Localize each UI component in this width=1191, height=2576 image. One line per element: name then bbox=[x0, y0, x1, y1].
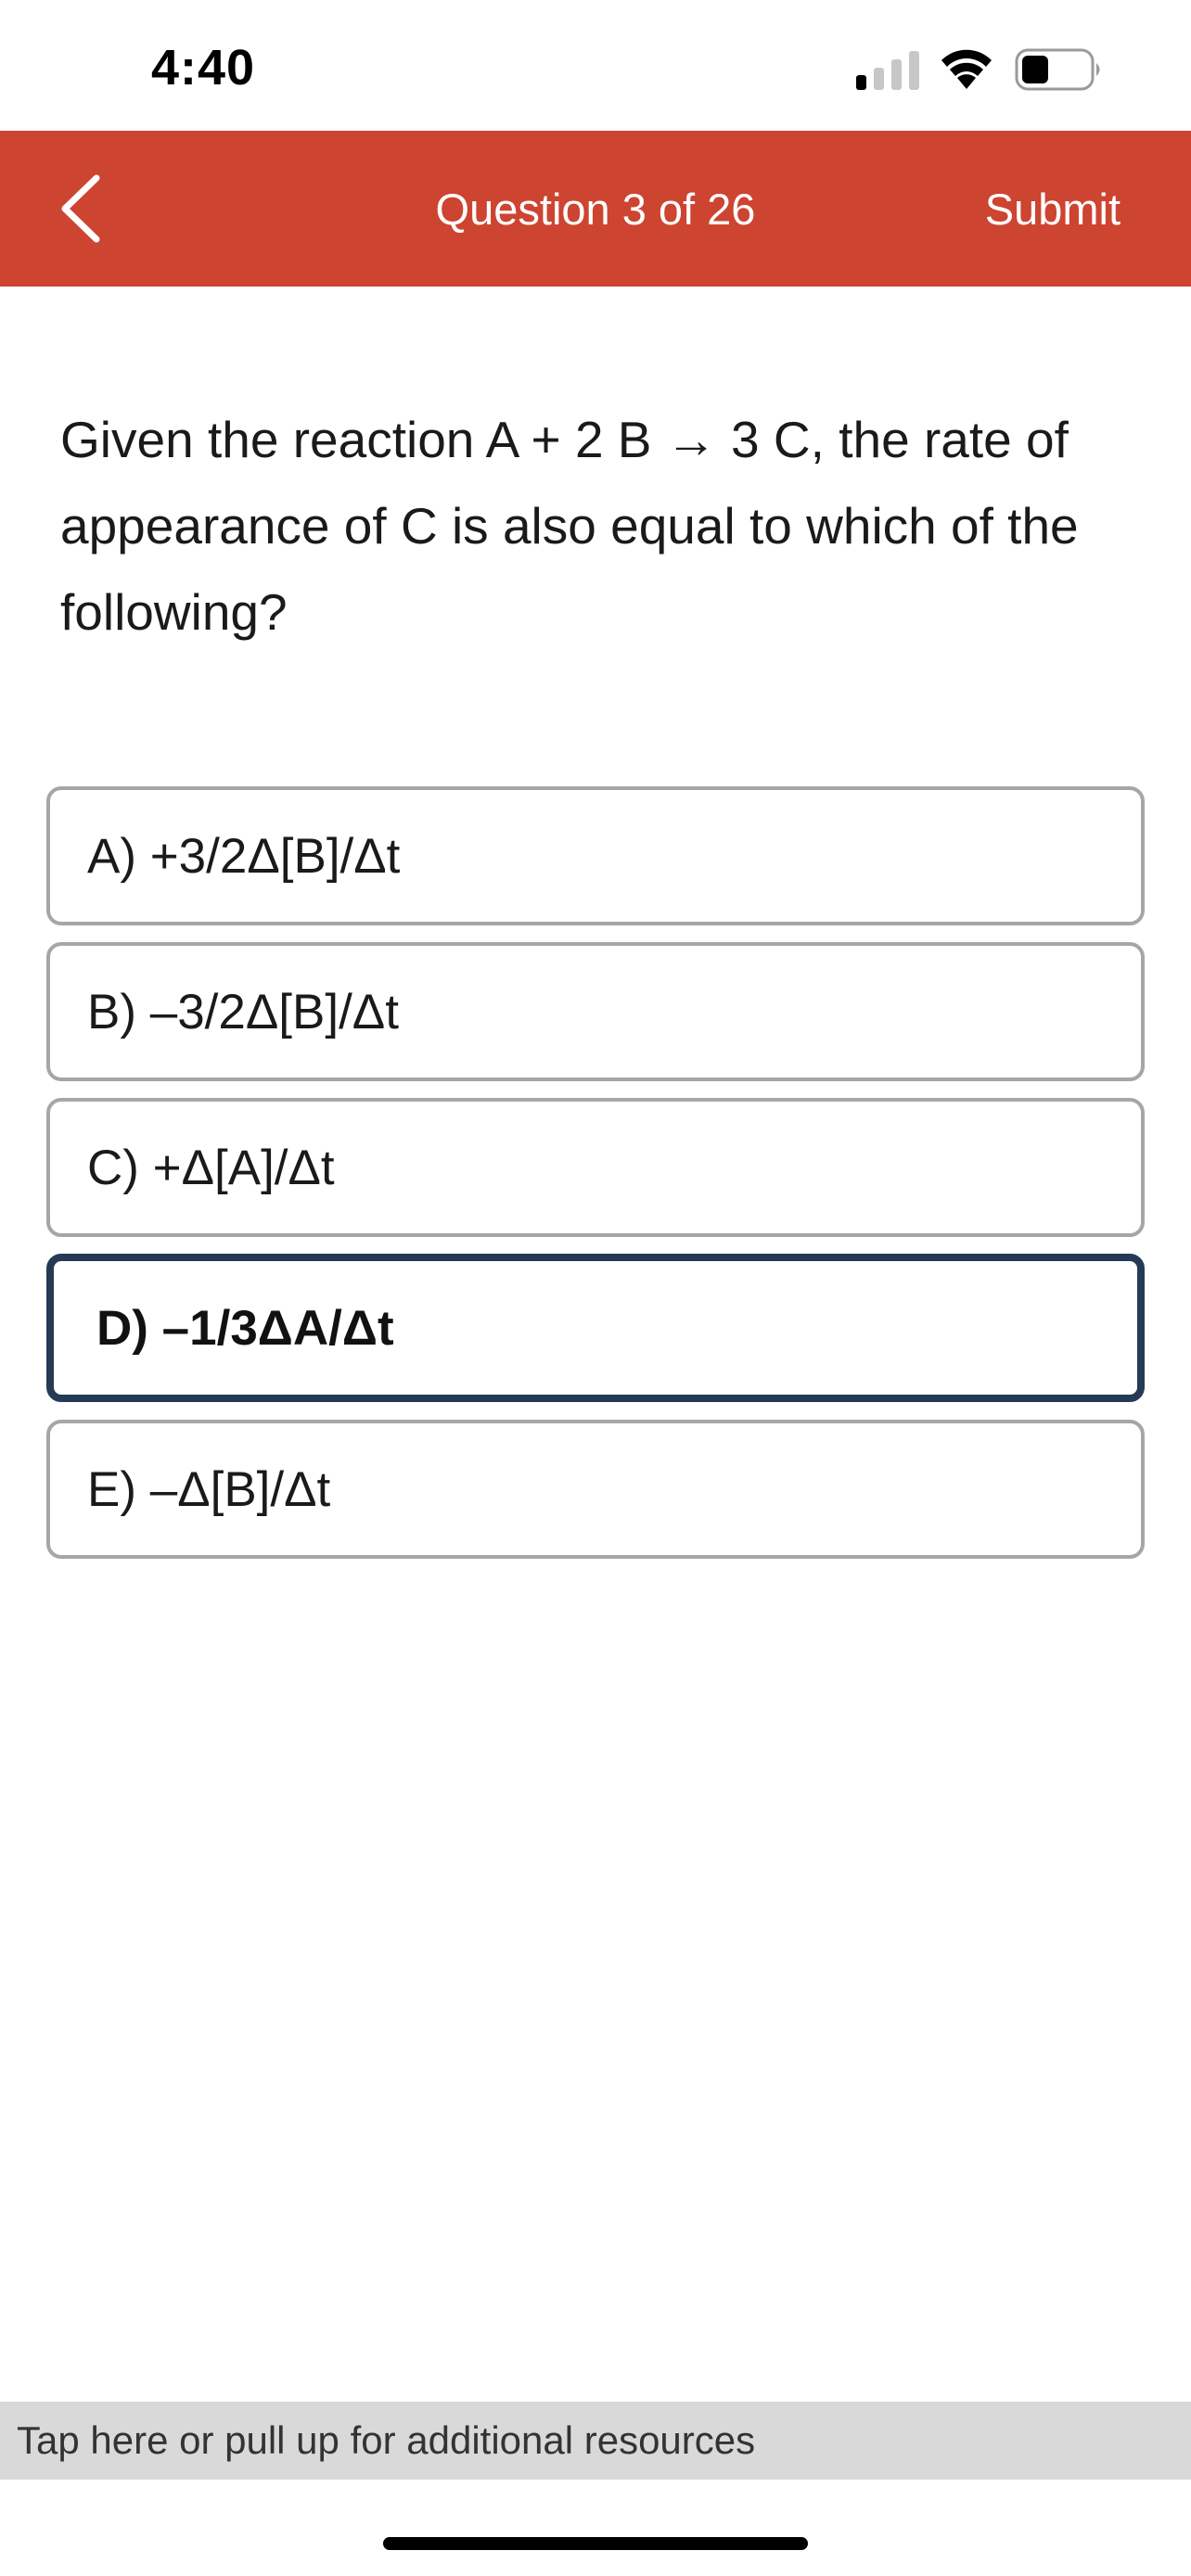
additional-resources-bar[interactable]: Tap here or pull up for additional resou… bbox=[0, 2402, 1191, 2480]
cellular-signal-icon bbox=[856, 51, 919, 90]
option-c[interactable]: C) +Δ[A]/Δt bbox=[46, 1098, 1145, 1237]
option-b[interactable]: B) –3/2Δ[B]/Δt bbox=[46, 942, 1145, 1081]
option-d[interactable]: D) –1/3ΔA/Δt bbox=[46, 1254, 1145, 1402]
chevron-left-icon bbox=[61, 174, 100, 243]
home-indicator[interactable] bbox=[383, 2537, 808, 2550]
screen: 4:40 Question 3 of 26 Submit Given the r… bbox=[0, 0, 1191, 2576]
status-time: 4:40 bbox=[151, 40, 256, 96]
option-e[interactable]: E) –Δ[B]/Δt bbox=[46, 1420, 1145, 1559]
battery-icon bbox=[1015, 48, 1100, 91]
wifi-icon bbox=[941, 49, 992, 89]
status-bar: 4:40 bbox=[0, 0, 1191, 131]
option-a[interactable]: A) +3/2Δ[B]/Δt bbox=[46, 786, 1145, 925]
submit-button[interactable]: Submit bbox=[985, 131, 1121, 287]
option-label: C) +Δ[A]/Δt bbox=[87, 1140, 335, 1195]
resources-label: Tap here or pull up for additional resou… bbox=[17, 2418, 756, 2462]
option-label: E) –Δ[B]/Δt bbox=[87, 1461, 331, 1517]
back-button[interactable] bbox=[48, 168, 113, 249]
option-label: D) –1/3ΔA/Δt bbox=[96, 1300, 394, 1356]
header-bar: Question 3 of 26 Submit bbox=[0, 131, 1191, 287]
option-label: A) +3/2Δ[B]/Δt bbox=[87, 828, 401, 884]
question-text: Given the reaction A + 2 B → 3 C, the ra… bbox=[60, 411, 1079, 641]
option-label: B) –3/2Δ[B]/Δt bbox=[87, 984, 399, 1039]
